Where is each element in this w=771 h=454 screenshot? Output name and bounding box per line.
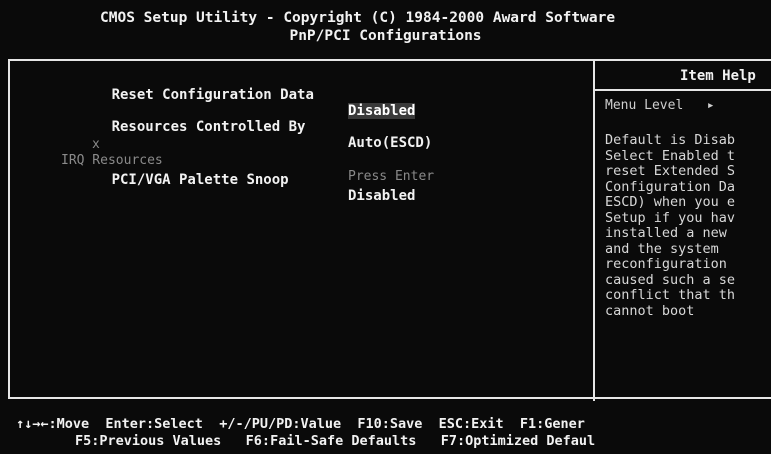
header-bar: CMOS Setup Utility - Copyright (C) 1984-… <box>0 0 771 53</box>
header-title: CMOS Setup Utility - Copyright (C) 1984-… <box>100 10 616 26</box>
setting-label: Reset Configuration Data <box>111 87 314 103</box>
setting-value[interactable]: Disabled <box>348 188 415 204</box>
footer-keys-line2: F5:Previous Values F6:Fail-Safe Defaults… <box>75 433 596 449</box>
footer-keys-line1: ↑↓→←:Move Enter:Select +/-/PU/PD:Value F… <box>16 416 585 432</box>
item-help-title: Item Help <box>680 68 756 84</box>
item-help-text: Default is Disab Select Enabled t reset … <box>605 132 736 319</box>
bios-screen: CMOS Setup Utility - Copyright (C) 1984-… <box>0 0 771 454</box>
help-divider <box>593 61 595 401</box>
setting-row-pci-vga-palette-snoop[interactable]: PCI/VGA Palette Snoop Disabled <box>61 156 416 220</box>
menu-level-text: Menu Level ▸ <box>605 98 715 113</box>
setting-value: Press Enter <box>348 169 435 184</box>
help-header-line <box>595 89 771 91</box>
footer-bar: ↑↓→←:Move Enter:Select +/-/PU/PD:Value F… <box>0 410 771 454</box>
setting-label: PCI/VGA Palette Snoop <box>111 172 289 188</box>
settings-panel: Reset Configuration Data Disabled Resour… <box>0 53 771 410</box>
setting-value-selected[interactable]: Disabled <box>348 103 416 119</box>
setting-label: Resources Controlled By <box>111 119 306 135</box>
disabled-marker: x <box>91 137 100 152</box>
setting-value[interactable]: Auto(ESCD) <box>348 135 432 151</box>
header-subtitle: PnP/PCI Configurations <box>289 28 482 44</box>
